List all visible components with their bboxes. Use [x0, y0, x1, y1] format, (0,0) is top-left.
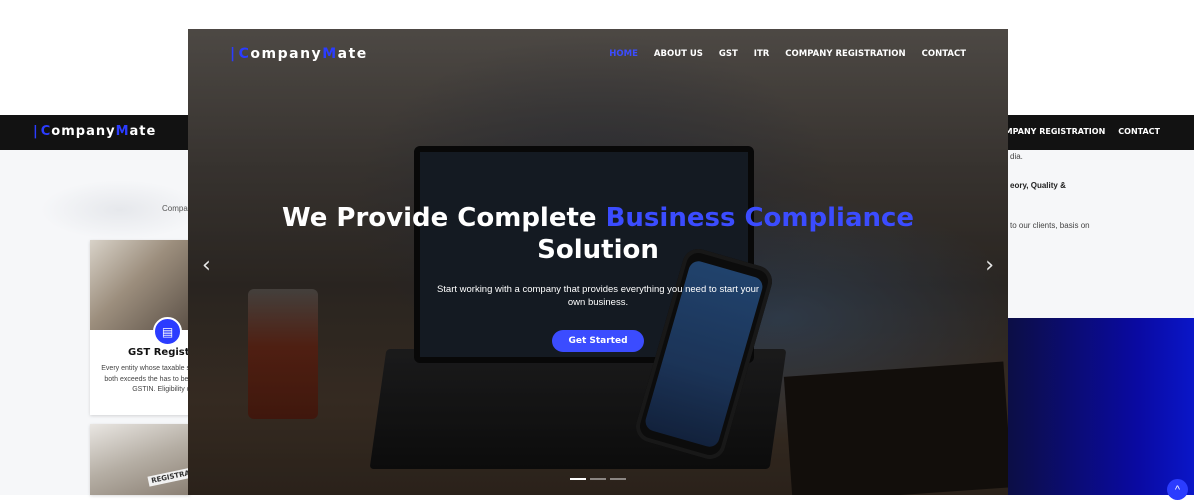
scroll-top-button[interactable]: ^ [1167, 479, 1188, 500]
nav-itr[interactable]: ITR [754, 49, 770, 59]
logo-letter-m: M [322, 46, 338, 62]
sticky-nav-contact[interactable]: CONTACT [1118, 127, 1160, 136]
hero-title: We Provide Complete Business Compliance … [188, 202, 1008, 266]
logo-text-suffix: ate [129, 124, 157, 139]
nav-gst[interactable]: GST [719, 49, 738, 59]
sticky-nav-company-registration[interactable]: COMPANY REGISTRATION [992, 127, 1105, 136]
hero-content: | CompanyMate HOME ABOUT US GST ITR COMPA… [188, 29, 1008, 495]
hero-title-highlight: Business Compliance [605, 203, 915, 233]
hero-slider: | CompanyMate HOME ABOUT US GST ITR COMPA… [188, 29, 1008, 495]
gst-registration-card[interactable]: ▤ GST Registrat Every entity whose taxab… [90, 240, 190, 415]
hero-title-part2: Solution [537, 235, 659, 265]
card-description: Every entity whose taxable sup Services … [101, 365, 190, 393]
card-title: GST Registrat [128, 347, 190, 358]
logo-letter-c: C [40, 124, 52, 139]
get-started-button[interactable]: Get Started [552, 330, 644, 352]
slide-indicator-3[interactable] [610, 478, 626, 480]
logo-bar-icon: | [33, 124, 39, 139]
right-text-3: to our clients, basis on [1010, 221, 1090, 230]
hero-subtitle: Start working with a company that provid… [436, 284, 760, 308]
slide-indicators [570, 478, 626, 480]
logo-letter-c: C [238, 46, 251, 62]
logo-bar-icon: | [230, 46, 237, 62]
hero-logo[interactable]: | CompanyMate [230, 46, 368, 62]
chevron-left-icon[interactable]: ‹ [202, 253, 211, 278]
nav-home[interactable]: HOME [609, 49, 638, 59]
sticky-nav: COMPANY REGISTRATION CONTACT [992, 127, 1160, 136]
main-nav: HOME ABOUT US GST ITR COMPANY REGISTRATI… [609, 49, 966, 59]
chevron-right-icon[interactable]: › [985, 253, 994, 278]
logo-text-suffix: ate [337, 46, 368, 62]
slide-indicator-2[interactable] [590, 478, 606, 480]
sticky-logo[interactable]: | CompanyMate [33, 124, 156, 139]
navy-panel [1008, 318, 1194, 495]
nav-contact[interactable]: CONTACT [922, 49, 966, 59]
logo-text-mid: ompany [51, 124, 116, 139]
card-image [90, 424, 190, 495]
document-icon: ▤ [153, 317, 182, 346]
card-image [90, 240, 190, 330]
nav-company-registration[interactable]: COMPANY REGISTRATION [785, 49, 905, 59]
right-text-2: eory, Quality & [1010, 181, 1066, 190]
nav-about-us[interactable]: ABOUT US [654, 49, 703, 59]
registration-card[interactable]: REGISTRA [90, 424, 190, 495]
hero-title-part1: We Provide Complete [281, 203, 606, 233]
logo-text-mid: ompany [250, 46, 323, 62]
right-text-1: dia. [1010, 152, 1023, 161]
slide-indicator-1[interactable] [570, 478, 586, 480]
chevron-up-icon: ^ [1174, 483, 1181, 496]
logo-letter-m: M [115, 124, 130, 139]
